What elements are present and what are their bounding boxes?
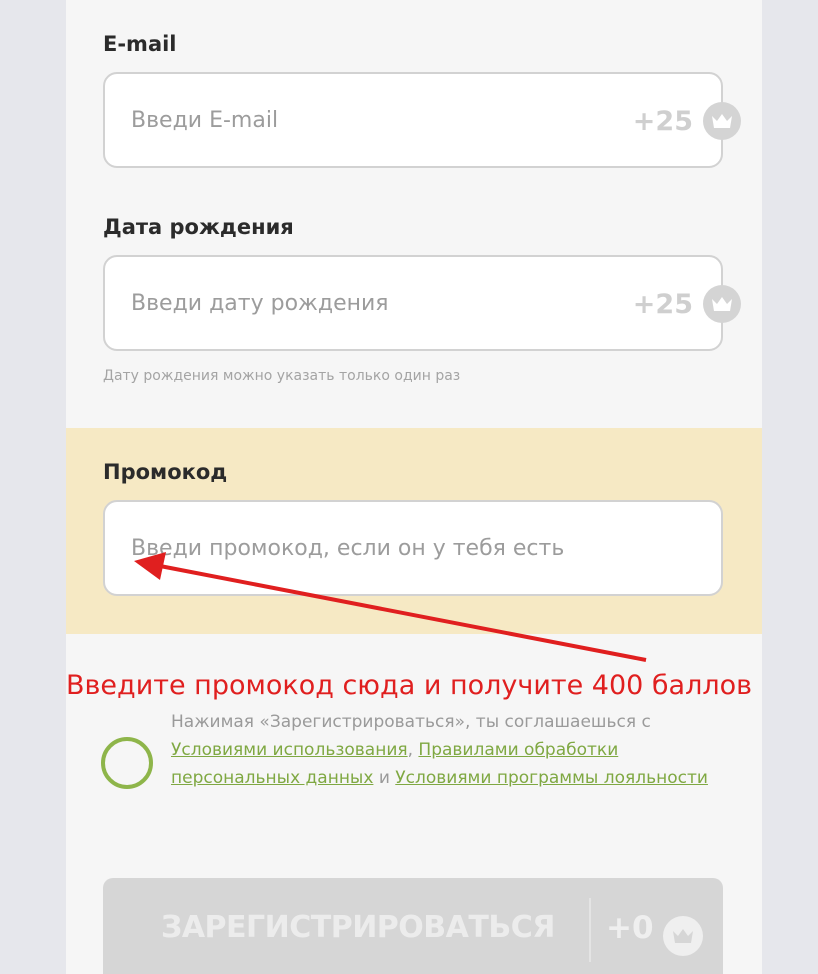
annotation-text: Введите промокод сюда и получите 400 бал… (66, 670, 753, 701)
annotation-arrow (134, 552, 647, 662)
